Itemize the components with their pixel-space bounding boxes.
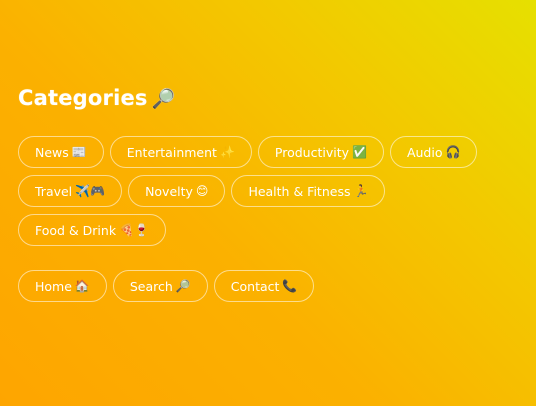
sparkles-icon: ✨ [219, 145, 235, 159]
chip-label: Food & Drink [35, 222, 117, 238]
headphones-icon: 🎧 [445, 145, 461, 159]
page-content: Categories 🔎 News 📰 Entertainment ✨ Product… [18, 82, 518, 302]
magnifier-icon: 🔎 [151, 88, 176, 110]
newspaper-icon: 📰 [71, 145, 87, 159]
category-productivity[interactable]: Productivity ✅ [257, 136, 384, 168]
smiley-icon: 😊 [195, 184, 209, 198]
runner-icon: 🏃 [353, 184, 369, 198]
nav-label: Search [129, 278, 173, 294]
nav-home[interactable]: Home 🏠 [18, 270, 107, 302]
checkmark-icon: ✅ [352, 145, 367, 159]
page-title-text: Categories [18, 86, 148, 110]
chip-label: Productivity [274, 144, 349, 160]
bottom-nav: Home 🏠 Search 🔎 Contact 📞 [18, 270, 518, 302]
nav-label: Home [35, 278, 72, 294]
page-title: Categories 🔎 [18, 82, 518, 114]
chip-label: Travel [35, 183, 73, 199]
nav-contact[interactable]: Contact 📞 [213, 270, 315, 302]
category-travel[interactable]: Travel ✈️🎮 [18, 175, 123, 207]
chip-label: Audio [406, 144, 443, 160]
nav-label: Contact [230, 278, 280, 294]
house-icon: 🏠 [74, 279, 90, 293]
category-entertainment[interactable]: Entertainment ✨ [109, 136, 252, 168]
category-food-drink[interactable]: Food & Drink 🍕🍷 [18, 214, 166, 246]
pizza-icon: 🍕🍷 [119, 223, 149, 237]
chip-label: Novelty [145, 183, 193, 199]
category-list: News 📰 Entertainment ✨ Productivity ✅ Audio… [18, 136, 518, 246]
magnifier-icon: 🔎 [175, 279, 191, 293]
telephone-icon: 📞 [282, 279, 298, 293]
category-audio[interactable]: Audio 🎧 [389, 136, 478, 168]
chip-label: Entertainment [126, 144, 217, 160]
chip-label: News [35, 144, 69, 160]
nav-search[interactable]: Search 🔎 [112, 270, 208, 302]
airplane-icon: ✈️🎮 [75, 184, 106, 198]
category-news[interactable]: News 📰 [18, 136, 104, 168]
category-novelty[interactable]: Novelty 😊 [128, 175, 226, 207]
category-health-fitness[interactable]: Health & Fitness 🏃 [231, 175, 386, 207]
chip-label: Health & Fitness [248, 183, 351, 199]
